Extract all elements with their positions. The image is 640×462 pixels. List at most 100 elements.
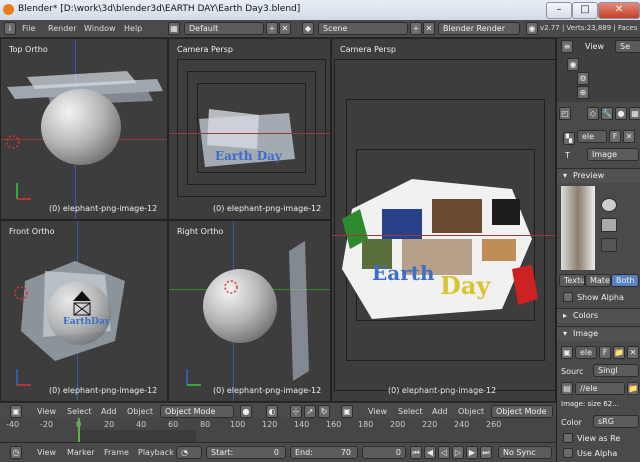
image-fake-user[interactable]: F <box>599 346 611 359</box>
image-browse-icon[interactable]: ▣ <box>561 346 573 359</box>
menu-help[interactable]: Help <box>124 24 142 33</box>
prev-key-icon[interactable]: ◀ <box>424 446 436 459</box>
menu-playback[interactable]: Playback <box>138 448 174 457</box>
camera-object-icon[interactable] <box>71 289 93 319</box>
menu-view[interactable]: View <box>368 407 387 416</box>
mode-dropdown[interactable]: Object Mode <box>491 405 553 418</box>
outliner-editor-icon[interactable]: ≡ <box>561 40 573 53</box>
image-panel-header[interactable]: ▾ Image <box>557 326 640 341</box>
use-alpha-checkbox[interactable] <box>563 448 573 458</box>
next-key-icon[interactable]: ▶ <box>466 446 478 459</box>
viewport-top-ortho[interactable]: Top Ortho (0) elephant-png-image-12 <box>0 38 168 220</box>
menu-frame[interactable]: Frame <box>104 448 129 457</box>
viewport-front-ortho[interactable]: Front Ortho EarthDay (0) elephant-png-im… <box>0 220 168 402</box>
viewport-camera-main[interactable]: Camera Persp Earth Day (0) elephant-png-… <box>331 38 556 402</box>
color-space-dropdown[interactable]: sRG <box>593 415 639 428</box>
preview-tab-material[interactable]: Mater <box>585 274 611 287</box>
scene-tree-icon[interactable]: ◉ <box>567 58 579 71</box>
delete-screen-button[interactable]: ✕ <box>279 22 291 35</box>
add-screen-button[interactable]: + <box>266 22 278 35</box>
view-as-render-checkbox[interactable] <box>563 433 573 443</box>
render-icon[interactable]: ◉ <box>526 22 538 35</box>
texture-name-field[interactable]: ele <box>577 130 607 143</box>
menu-object[interactable]: Object <box>127 407 153 416</box>
manipulator-icon[interactable]: ⊹ <box>290 405 302 418</box>
menu-add[interactable]: Add <box>432 407 448 416</box>
jump-end-icon[interactable]: ⏭ <box>480 446 492 459</box>
preview-panel-header[interactable]: ▾ Preview <box>557 168 640 183</box>
end-frame-field[interactable]: End: 70 <box>290 446 358 459</box>
object-tab-icon[interactable]: ◇ <box>587 107 599 120</box>
modifier-tab-icon[interactable]: 🔧 <box>601 107 613 120</box>
menu-window[interactable]: Window <box>84 24 116 33</box>
show-alpha-checkbox[interactable] <box>563 292 573 302</box>
preview-sphere-icon[interactable] <box>601 198 617 212</box>
texture-tab-icon[interactable]: ▦ <box>629 107 640 120</box>
menu-render[interactable]: Render <box>48 24 76 33</box>
menu-view[interactable]: View <box>37 407 56 416</box>
screen-layout-icon[interactable]: ▦ <box>168 22 180 35</box>
editor-type-icon[interactable]: ▣ <box>10 405 22 418</box>
editor-type-icon[interactable]: ▣ <box>341 405 353 418</box>
render-tab-icon[interactable]: ◰ <box>559 107 571 120</box>
add-scene-button[interactable]: + <box>410 22 422 35</box>
minimize-button[interactable]: – <box>546 2 572 19</box>
jump-start-icon[interactable]: ⏮ <box>410 446 422 459</box>
menu-file[interactable]: File <box>22 24 35 33</box>
preview-cube-icon[interactable] <box>601 218 617 232</box>
close-button[interactable]: ✕ <box>598 2 640 19</box>
scene-field[interactable]: Scene <box>318 22 408 35</box>
shading-icon[interactable]: ● <box>240 405 252 418</box>
start-frame-field[interactable]: Start: 0 <box>206 446 286 459</box>
filepath-browse-button[interactable]: 📁 <box>627 382 639 395</box>
texture-type-dropdown[interactable]: Image <box>587 148 639 161</box>
menu-select[interactable]: Select <box>398 407 423 416</box>
current-frame-field[interactable]: 0 <box>362 446 406 459</box>
editor-type-icon[interactable]: i <box>4 22 16 35</box>
image-unlink-button[interactable]: ✕ <box>627 346 639 359</box>
viewport-right-ortho[interactable]: Right Ortho (0) elephant-png-image-12 <box>168 220 331 402</box>
outliner-view-menu[interactable]: View <box>585 42 604 51</box>
delete-scene-button[interactable]: ✕ <box>423 22 435 35</box>
3d-cursor-icon[interactable] <box>13 285 29 301</box>
screen-layout-field[interactable]: Default <box>184 22 264 35</box>
render-layers-icon[interactable]: ⚙ <box>577 72 589 85</box>
editor-type-icon[interactable]: ◷ <box>10 446 22 459</box>
world-icon[interactable]: ⊕ <box>577 86 589 99</box>
menu-view[interactable]: View <box>37 448 56 457</box>
filepath-lock-icon[interactable]: ▤ <box>561 382 573 395</box>
menu-object[interactable]: Object <box>458 407 484 416</box>
colors-panel-header[interactable]: ▸ Colors <box>557 308 640 323</box>
timeline-ruler[interactable]: -40 -20 0 20 40 60 80 100 120 140 160 18… <box>0 418 556 442</box>
3d-cursor-icon[interactable] <box>5 134 21 150</box>
preview-tab-both[interactable]: Both <box>611 274 639 287</box>
outliner-search[interactable]: Se <box>615 40 640 53</box>
play-reverse-icon[interactable]: ◁ <box>438 446 450 459</box>
rotate-icon[interactable]: ↻ <box>318 405 330 418</box>
unlink-texture-button[interactable]: ✕ <box>623 130 635 143</box>
scene-icon[interactable]: ◆ <box>302 22 314 35</box>
play-icon[interactable]: ▷ <box>452 446 464 459</box>
render-engine-dropdown[interactable]: Blender Render <box>438 22 520 35</box>
menu-select[interactable]: Select <box>67 407 92 416</box>
material-tab-icon[interactable]: ● <box>615 107 627 120</box>
image-open-button[interactable]: 📁 <box>613 346 625 359</box>
menu-marker[interactable]: Marker <box>67 448 95 457</box>
translate-icon[interactable]: ↗ <box>304 405 316 418</box>
viewport-camera-small[interactable]: Camera Persp Earth Day (0) elephant-png-… <box>168 38 331 220</box>
preview-hair-icon[interactable] <box>601 238 617 252</box>
pivot-icon[interactable]: ◐ <box>266 405 278 418</box>
source-dropdown[interactable]: Singl <box>593 364 639 377</box>
mode-dropdown[interactable]: Object Mode <box>160 405 234 418</box>
earth-sphere[interactable] <box>203 269 277 343</box>
fake-user-button[interactable]: F <box>609 130 621 143</box>
menu-add[interactable]: Add <box>101 407 117 416</box>
maximize-button[interactable]: □ <box>572 2 598 19</box>
filepath-field[interactable]: //ele <box>575 382 625 395</box>
earth-sphere[interactable] <box>41 89 121 165</box>
preview-range-toggle[interactable]: ◔ <box>176 446 202 459</box>
image-name-field[interactable]: ele <box>575 346 597 359</box>
preview-tab-texture[interactable]: Textu <box>559 274 585 287</box>
3d-cursor-icon[interactable] <box>223 279 239 295</box>
sync-dropdown[interactable]: No Sync <box>498 446 552 459</box>
